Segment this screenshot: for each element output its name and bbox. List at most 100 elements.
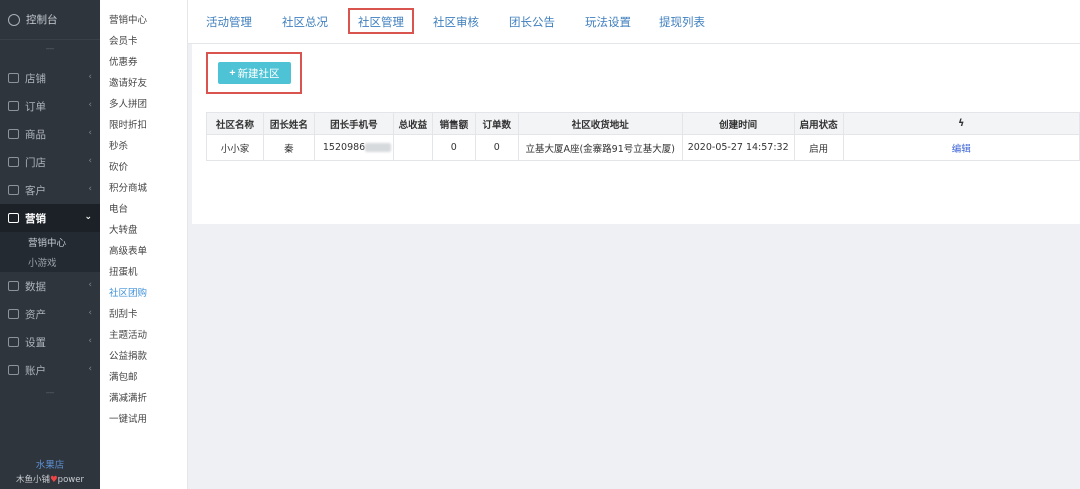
tab-community-overview[interactable]: 社区总况 [282,14,328,30]
subnav-item[interactable]: 满减满折 [100,388,187,409]
subnav-item-community-groupbuy[interactable]: 社区团购 [100,283,187,304]
cell-status: 启用 [793,134,844,161]
sidebar-item-label: 设置 [25,336,46,349]
sidebar-sub-label: 小游戏 [28,258,57,269]
sidebar-item-label: 订单 [25,100,46,113]
sidebar-item-shop[interactable]: 门店 ‹ [0,148,100,176]
chevron-left-icon: ‹ [88,280,92,290]
content-panel: + 新建社区 社区名称 团长姓名 团长手机号 总收益 销售额 订单数 社区收货地… [192,44,1080,224]
sidebar-item-label: 门店 [25,156,46,169]
tab-activity-management[interactable]: 活动管理 [206,14,252,30]
subnav-item[interactable]: 扭蛋机 [100,262,187,283]
tab-community-review[interactable]: 社区审核 [433,14,479,30]
sidebar-item-settings[interactable]: 设置 ‹ [0,328,100,356]
cell-orders: 0 [474,134,519,161]
sidebar-dashboard-label: 控制台 [26,14,58,26]
subnav-item[interactable]: 主题活动 [100,325,187,346]
marketing-icon [8,213,19,223]
tab-gameplay-settings[interactable]: 玩法设置 [585,14,631,30]
subnav-item[interactable]: 砍价 [100,157,187,178]
sidebar-footer: 水果店 木鱼小铺♥power [0,453,100,489]
sidebar-item-marketing[interactable]: 营销 ⌄ [0,204,100,232]
new-community-label: 新建社区 [237,67,280,80]
settings-icon [8,337,19,347]
sidebar-item-data[interactable]: 数据 ‹ [0,272,100,300]
tab-withdraw-list[interactable]: 提现列表 [659,14,705,30]
subnav-item[interactable]: 邀请好友 [100,73,187,94]
subnav-item[interactable]: 秒杀 [100,136,187,157]
sidebar-item-customer[interactable]: 客户 ‹ [0,176,100,204]
subnav-item[interactable]: 优惠券 [100,52,187,73]
order-icon [8,101,19,111]
cell-created-time: 2020-05-27 14:57:32 [681,134,795,161]
header-community-name: 社区名称 [206,112,264,135]
chevron-left-icon: ‹ [88,308,92,318]
chevron-left-icon: ‹ [88,100,92,110]
cell-action: 编辑 [842,134,1080,161]
goods-icon [8,129,19,139]
chevron-left-icon: ‹ [88,72,92,82]
table-row: 小小家 秦 1520986 0 0 立基大厦A座(金寨路91号立基大厦) 202… [206,134,1080,161]
power-label: power [57,475,84,485]
subnav-item[interactable]: 积分商城 [100,178,187,199]
subnav-item[interactable]: 满包邮 [100,367,187,388]
heart-icon: ♥ [50,475,58,485]
cell-sales: 0 [431,134,476,161]
sidebar-item-label: 店铺 [25,72,46,85]
sidebar-item-store[interactable]: 店铺 ‹ [0,64,100,92]
asset-icon [8,309,19,319]
customer-icon [8,185,19,195]
subnav-item[interactable]: 高级表单 [100,241,187,262]
subnav-item[interactable]: 刮刮卡 [100,304,187,325]
sidebar-item-account[interactable]: 账户 ‹ [0,356,100,384]
sidebar-item-label: 客户 [25,184,46,197]
subnav-item[interactable]: 电台 [100,199,187,220]
sidebar-item-order[interactable]: 订单 ‹ [0,92,100,120]
sidebar-item-goods[interactable]: 商品 ‹ [0,120,100,148]
sidebar-dashboard[interactable]: 控制台 [0,0,100,40]
cell-leader-name: 秦 [262,134,315,161]
header-total-income: 总收益 [392,112,433,135]
cell-address: 立基大厦A座(金寨路91号立基大厦) [517,134,683,161]
new-community-button[interactable]: + 新建社区 [218,62,291,84]
sidebar-sub-mini-games[interactable]: 小游戏 [0,252,100,272]
community-table-wrap: 社区名称 团长姓名 团长手机号 总收益 销售额 订单数 社区收货地址 创建时间 … [206,112,1080,161]
subnav-item[interactable]: 公益捐款 [100,346,187,367]
tab-community-management[interactable]: 社区管理 [358,14,404,30]
sidebar-item-label: 营销 [25,212,46,225]
cell-total-income [392,134,433,161]
power-brand: 木鱼小铺 [16,475,51,485]
sidebar-item-label: 账户 [25,364,46,377]
store-icon [8,73,19,83]
subnav-item[interactable]: 一键试用 [100,409,187,430]
sidebar-sub-marketing-center[interactable]: 营销中心 [0,232,100,252]
subnav-item[interactable]: 大转盘 [100,220,187,241]
tab-leader-notice[interactable]: 团长公告 [509,14,555,30]
power-text: 木鱼小铺♥power [0,473,100,485]
community-table: 社区名称 团长姓名 团长手机号 总收益 销售额 订单数 社区收货地址 创建时间 … [206,112,1080,161]
store-name[interactable]: 水果店 [0,457,100,471]
plus-icon: + [229,67,236,79]
main-sidebar: 控制台 — 店铺 ‹ 订单 ‹ 商品 ‹ 门店 ‹ 客户 ‹ 营销 ⌄ 营销中心… [0,0,100,489]
phone-visible-part: 1520986 [322,142,366,153]
chevron-left-icon: ‹ [88,128,92,138]
cell-leader-phone: 1520986 [313,134,394,161]
sidebar-item-asset[interactable]: 资产 ‹ [0,300,100,328]
header-orders: 订单数 [474,112,519,135]
chevron-left-icon: ‹ [88,364,92,374]
header-status: 启用状态 [793,112,844,135]
subnav-item[interactable]: 会员卡 [100,31,187,52]
chevron-left-icon: ‹ [88,156,92,166]
sidebar-item-label: 商品 [25,128,46,141]
dashboard-icon [8,13,20,26]
header-address: 社区收货地址 [517,112,683,135]
edit-link[interactable]: 编辑 [952,144,971,155]
header-action-icon: ϟ [842,112,1080,135]
sidebar-divider: — [45,44,55,54]
subnav-item[interactable]: 多人拼团 [100,94,187,115]
sidebar-divider: — [45,388,55,398]
header-created-time: 创建时间 [681,112,795,135]
subnav-item[interactable]: 营销中心 [100,10,187,31]
subnav-item[interactable]: 限时折扣 [100,115,187,136]
table-header-row: 社区名称 团长姓名 团长手机号 总收益 销售额 订单数 社区收货地址 创建时间 … [206,112,1080,135]
